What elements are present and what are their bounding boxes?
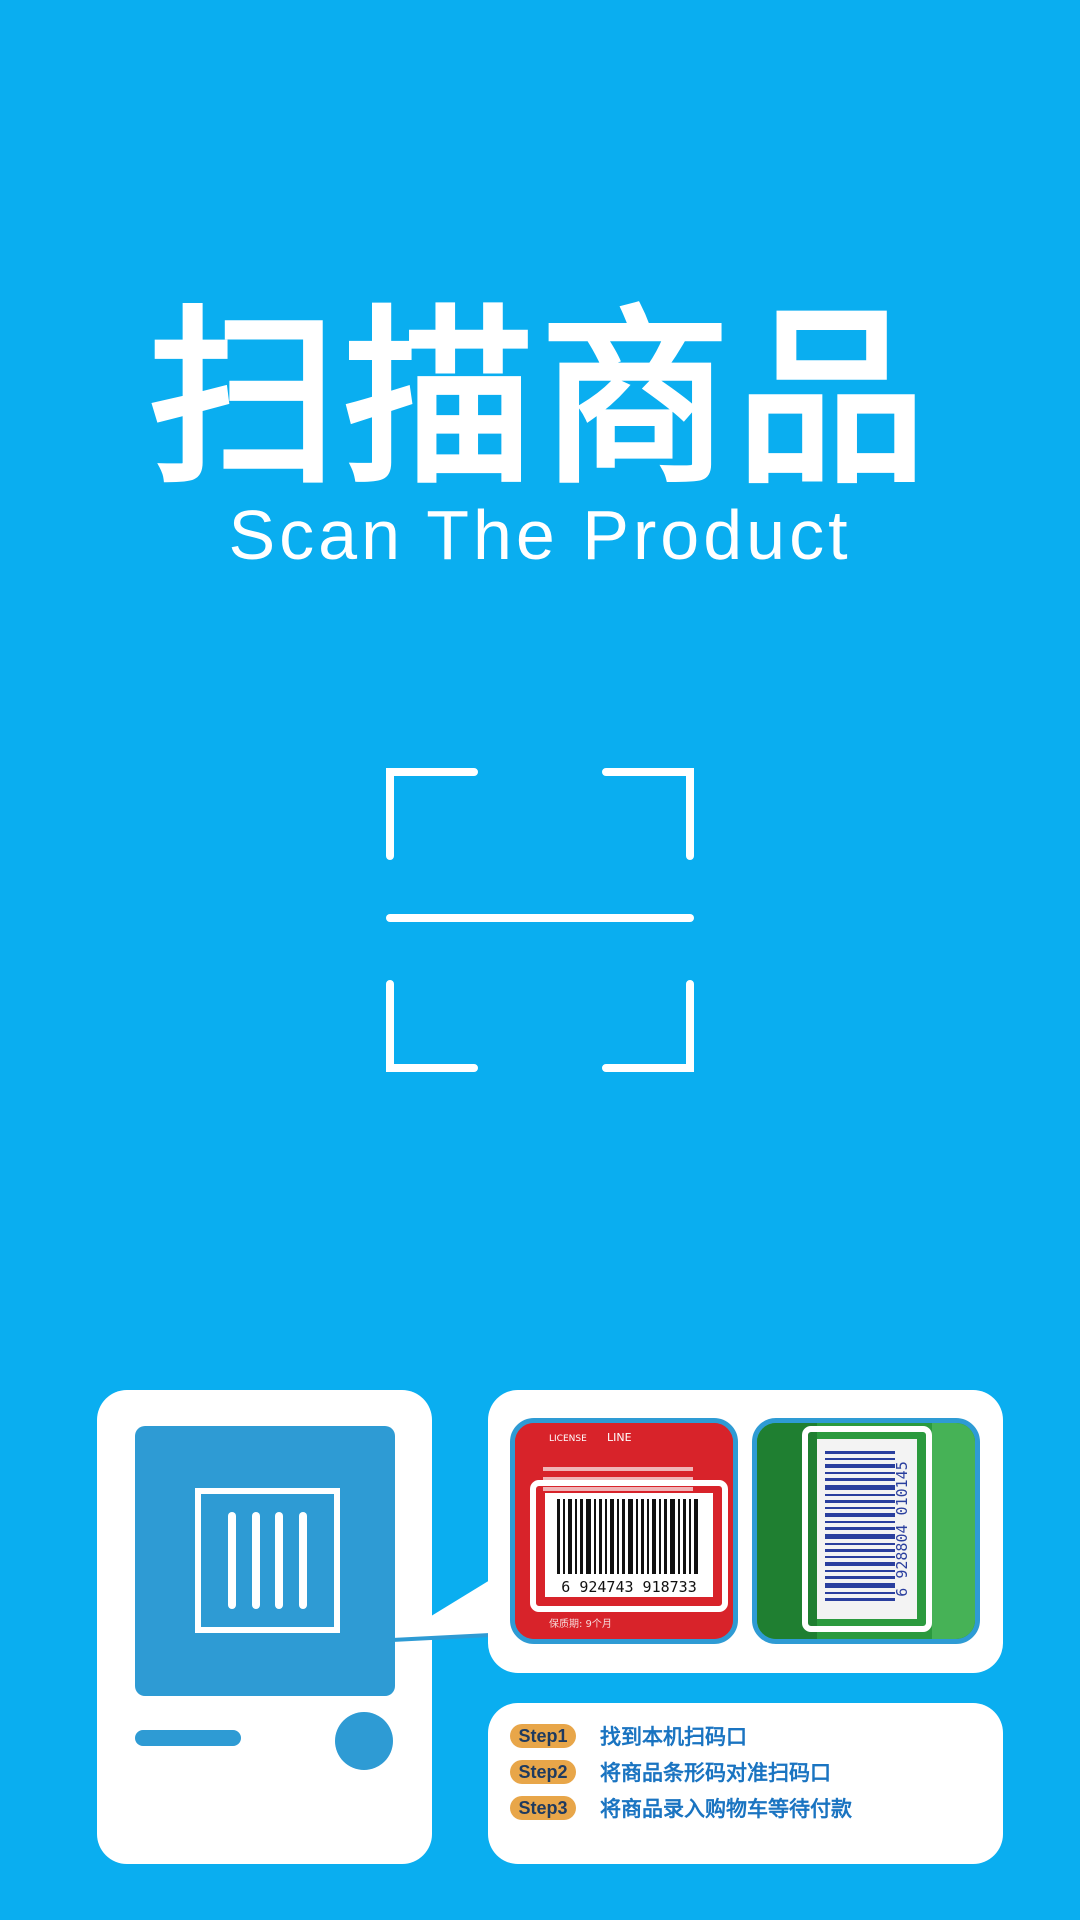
step-text: 将商品条形码对准扫码口 <box>600 1761 831 1785</box>
step-row-3: Step3 将商品录入购物车等待付款 <box>510 1793 852 1823</box>
step-row-2: Step2 将商品条形码对准扫码口 <box>510 1757 831 1787</box>
step-badge: Step3 <box>510 1796 576 1820</box>
barcode-photo-card: 6 924743 918733 保质期: 9个月 LICENSE LINE 6 … <box>488 1390 1003 1673</box>
red-brand-text: LINE <box>607 1431 632 1444</box>
page-title-en: Scan The Product <box>228 496 852 574</box>
step-row-1: Step1 找到本机扫码口 <box>510 1721 747 1751</box>
step-text: 找到本机扫码口 <box>600 1725 747 1749</box>
barcode-photo-red: 6 924743 918733 保质期: 9个月 LICENSE LINE <box>510 1418 738 1644</box>
page-title-cn: 扫描商品 <box>147 289 932 510</box>
step-badge: Step1 <box>510 1724 576 1748</box>
barcode-icon <box>195 1488 340 1633</box>
device-scan-slot <box>135 1730 241 1746</box>
barcode-photo-green: 6 928804 010145 <box>752 1418 980 1644</box>
red-barcode-number: 6 924743 918733 <box>561 1578 696 1596</box>
device-button <box>335 1712 393 1770</box>
step-text: 将商品录入购物车等待付款 <box>600 1797 852 1821</box>
step-badge: Step2 <box>510 1760 576 1784</box>
red-footer-text: 保质期: 9个月 <box>549 1617 612 1630</box>
steps-card: Step1 找到本机扫码口 Step2 将商品条形码对准扫码口 Step3 将商… <box>488 1703 1003 1864</box>
red-logo-text: LICENSE <box>549 1434 587 1444</box>
speech-bubble-tail <box>391 1580 491 1642</box>
device-screen <box>135 1426 395 1696</box>
green-barcode-number: 6 928804 010145 <box>893 1461 911 1596</box>
scan-frame-icon <box>386 768 694 1072</box>
